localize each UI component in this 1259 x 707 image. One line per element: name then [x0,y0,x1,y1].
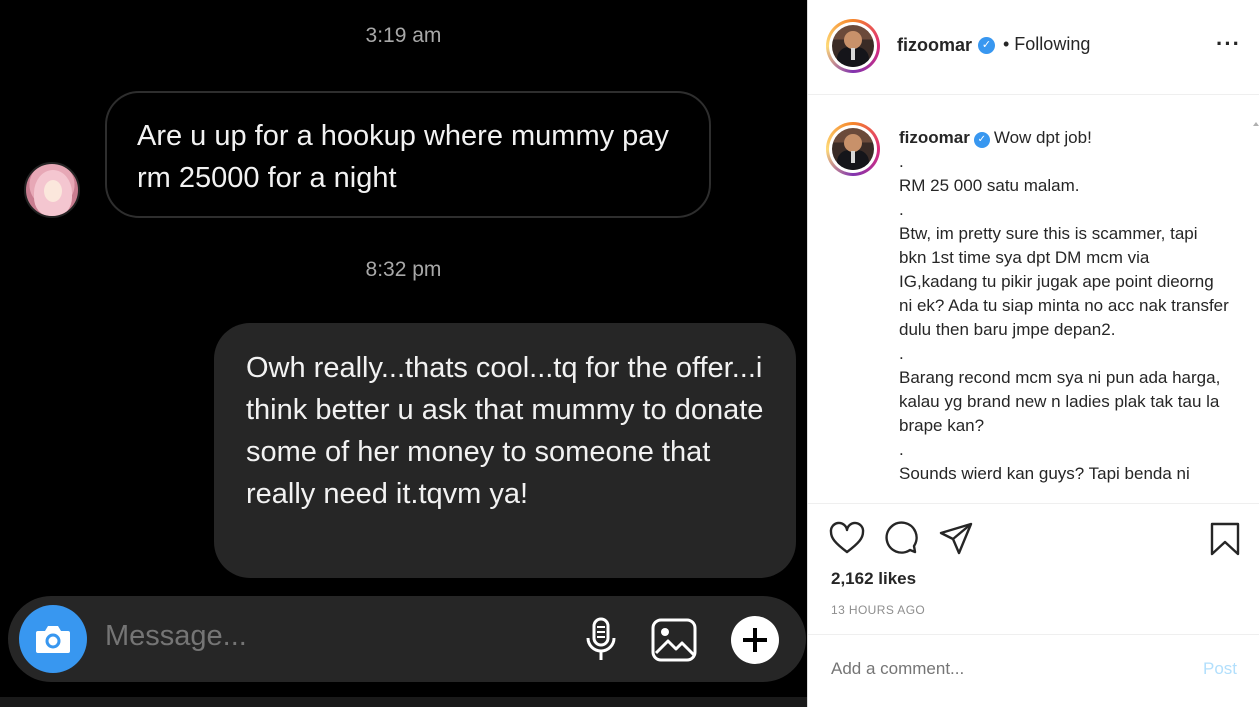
message-timestamp: 3:19 am [365,24,442,47]
caption-line: Sounds wierd kan guys? Tapi benda ni [899,464,1190,483]
post-actions: 2,162 likes 13 HOURS AGO [808,505,1259,635]
caption-username[interactable]: fizoomar [899,128,970,147]
incoming-message-bubble: Are u up for a hookup where mummy pay rm… [105,91,711,218]
caption-line: . [899,344,904,363]
caption-line: Wow dpt job! [993,128,1092,147]
comment-box: Post [808,636,1259,707]
caption-line: RM 25 000 satu malam. [899,176,1080,195]
sender-avatar [24,162,80,218]
dm-bottom-bar [0,697,807,707]
following-status[interactable]: • Following [1003,34,1090,55]
message-input[interactable] [105,620,545,653]
microphone-icon [586,617,616,660]
dm-screenshot: 3:19 am Are u up for a hookup where mumm… [0,0,807,707]
caption-author-avatar[interactable] [826,122,880,176]
caption-text: fizoomar ✓ Wow dpt job! . RM 25 000 satu m… [899,126,1229,486]
more-options-icon[interactable]: ··· [1216,33,1241,55]
author-username[interactable]: fizoomar [897,35,972,56]
post-panel: fizoomar ✓ • Following ··· fizoomar ✓ Wow … [807,0,1259,707]
caption-line: . [899,152,904,171]
likes-count[interactable]: 2,162 likes [831,569,916,589]
verified-badge-icon: ✓ [973,132,990,148]
caption-line: . [899,200,904,219]
post-timestamp[interactable]: 13 HOURS AGO [831,603,925,617]
caption-line: Barang recond mcm sya ni pun ada harga, … [899,368,1221,435]
outgoing-message-bubble: Owh really...thats cool...tq for the off… [214,323,796,578]
caption-line: Btw, im pretty sure this is scammer, tap… [899,224,1229,339]
post-caption: fizoomar ✓ Wow dpt job! . RM 25 000 satu m… [808,96,1259,504]
share-button[interactable] [938,521,974,557]
comment-input[interactable] [831,659,1171,679]
post-comment-button[interactable]: Post [1203,659,1237,679]
gallery-icon [651,618,697,662]
bookmark-icon [1210,522,1240,556]
message-timestamp: 8:32 pm [365,258,442,281]
like-button[interactable] [829,521,865,557]
comment-icon [885,521,918,554]
comment-button[interactable] [883,521,919,557]
camera-icon [36,626,70,653]
message-composer [8,596,806,682]
plus-icon [731,616,779,664]
add-button[interactable] [730,615,780,665]
heart-icon [829,521,865,554]
gallery-button[interactable] [649,615,699,665]
verified-badge-icon: ✓ [978,37,995,54]
microphone-button[interactable] [576,615,626,665]
caption-scrollbar[interactable] [1252,96,1259,504]
author-avatar[interactable] [826,19,880,73]
caption-line: . [899,440,904,459]
save-button[interactable] [1207,521,1243,557]
share-icon [939,522,973,555]
post-header: fizoomar ✓ • Following ··· [808,0,1259,95]
camera-button[interactable] [19,605,87,673]
